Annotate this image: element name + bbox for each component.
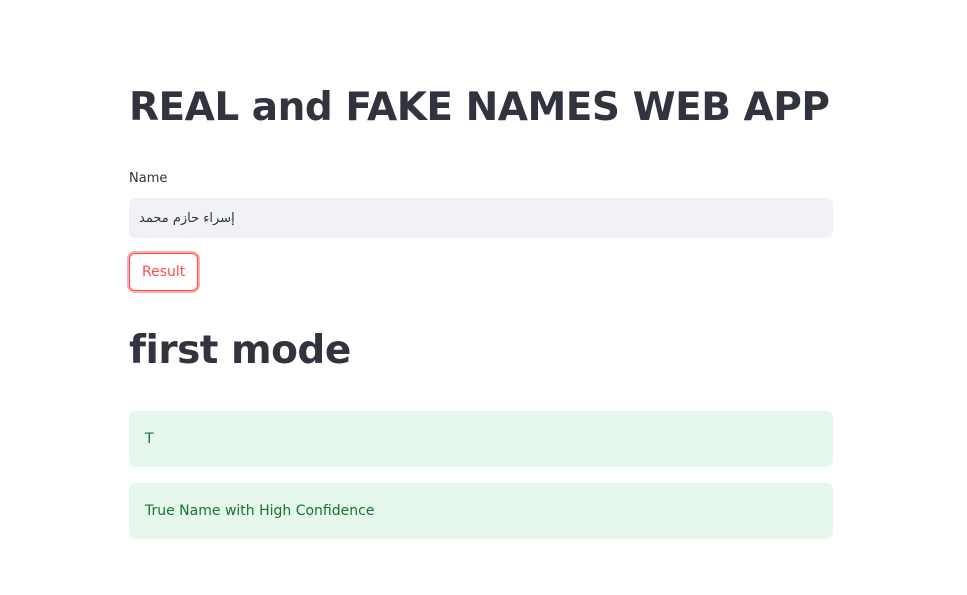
name-input[interactable] bbox=[129, 198, 833, 238]
name-label: Name bbox=[129, 171, 168, 186]
section-heading: first mode bbox=[129, 328, 351, 373]
success-alert: T bbox=[129, 411, 833, 467]
result-button[interactable]: Result bbox=[129, 253, 199, 291]
app-root: REAL and FAKE NAMES WEB APP Name Result … bbox=[0, 0, 967, 595]
alert-text: T bbox=[145, 431, 154, 447]
page-title: REAL and FAKE NAMES WEB APP bbox=[129, 85, 830, 130]
alert-text: True Name with High Confidence bbox=[145, 503, 375, 519]
success-alert: True Name with High Confidence bbox=[129, 483, 833, 539]
